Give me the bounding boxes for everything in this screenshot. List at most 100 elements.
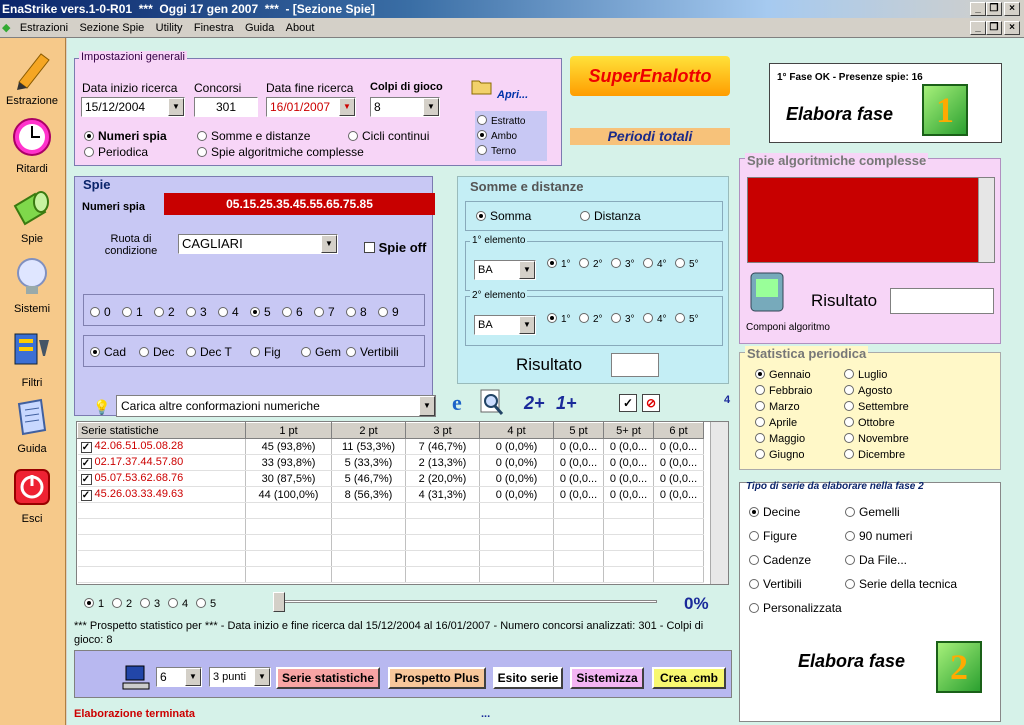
- sistemizza-button[interactable]: Sistemizza: [570, 667, 644, 689]
- radio-estratto[interactable]: Estratto: [477, 115, 525, 127]
- table-row[interactable]: [77, 566, 704, 583]
- radio-digit-1[interactable]: 1: [122, 305, 143, 319]
- radio-month-ottobre[interactable]: Ottobre: [844, 417, 895, 429]
- radio-periodica[interactable]: Periodica: [84, 145, 148, 159]
- radio-numeri-spia[interactable]: Numeri spia: [84, 129, 167, 143]
- radio-serie-gemelli[interactable]: Gemelli: [845, 505, 900, 519]
- serie-statistiche-button[interactable]: Serie statistiche: [276, 667, 380, 689]
- radio-el2-pos-3[interactable]: 3°: [611, 313, 635, 325]
- ruota-select[interactable]: CAGLIARI ▼: [178, 234, 338, 254]
- radio-month-agosto[interactable]: Agosto: [844, 385, 892, 397]
- table-row[interactable]: ✓ 45.26.03.33.49.63 44 (100,0%) 8 (56,3%) 4…: [77, 486, 704, 503]
- radio-tipo-dec-t[interactable]: Dec T: [186, 345, 232, 359]
- menu-guida[interactable]: Guida: [241, 18, 278, 38]
- radio-el2-pos-4[interactable]: 4°: [643, 313, 667, 325]
- row-checkbox[interactable]: ✓: [80, 490, 92, 501]
- table-row[interactable]: [77, 502, 704, 519]
- data-inizio-select[interactable]: 15/12/2004 ▼: [81, 97, 185, 117]
- crea-cmb-button[interactable]: Crea .cmb: [652, 667, 726, 689]
- ruota2-select[interactable]: BA ▼: [474, 315, 536, 335]
- table-row[interactable]: ✓ 05.07.53.62.68.76 30 (87,5%) 5 (46,7%) 2 …: [77, 470, 704, 487]
- radio-somma[interactable]: Somma: [476, 209, 531, 223]
- radio-tipo-vertibili[interactable]: Vertibili: [346, 345, 399, 359]
- radio-digit-3[interactable]: 3: [186, 305, 207, 319]
- column-header[interactable]: 5 pt: [553, 422, 604, 439]
- radio-month-aprile[interactable]: Aprile: [755, 417, 797, 429]
- radio-serie-cadenze[interactable]: Cadenze: [749, 553, 811, 567]
- elabora-fase2-button[interactable]: 2: [936, 641, 982, 693]
- radio-month-marzo[interactable]: Marzo: [755, 401, 800, 413]
- uncheck-all-icon[interactable]: ⊘: [642, 394, 660, 412]
- menu-sezione-spie[interactable]: Sezione Spie: [75, 18, 148, 38]
- table-row[interactable]: ✓ 02.17.37.44.57.80 33 (93,8%) 5 (33,3%) 2 …: [77, 454, 704, 471]
- punti-select[interactable]: 3 punti ▼: [209, 667, 271, 687]
- radio-el2-pos-2[interactable]: 2°: [579, 313, 603, 325]
- radio-page-4[interactable]: 4: [168, 598, 188, 610]
- radio-month-novembre[interactable]: Novembre: [844, 433, 909, 445]
- table-row[interactable]: ✓ 42.06.51.05.08.28 45 (93,8%) 11 (53,3%) 7…: [77, 438, 704, 455]
- radio-page-5[interactable]: 5: [196, 598, 216, 610]
- progress-slider-handle[interactable]: [273, 592, 285, 612]
- elabora-fase1-button[interactable]: 1: [922, 84, 968, 136]
- column-header[interactable]: 6 pt: [653, 422, 704, 439]
- radio-tipo-cad[interactable]: Cad: [90, 345, 126, 359]
- radio-month-febbraio[interactable]: Febbraio: [755, 385, 812, 397]
- column-header[interactable]: 3 pt: [405, 422, 480, 439]
- palmtop-icon[interactable]: [749, 269, 785, 313]
- table-row[interactable]: [77, 550, 704, 567]
- table-row[interactable]: [77, 534, 704, 551]
- one-plus-button[interactable]: 1+: [556, 393, 577, 414]
- colpi-select[interactable]: 8 ▼: [370, 97, 440, 117]
- check-all-icon[interactable]: ✓: [619, 394, 637, 412]
- radio-digit-0[interactable]: 0: [90, 305, 111, 319]
- radio-el2-pos-1[interactable]: 1°: [547, 313, 571, 325]
- radio-serie-da-file[interactable]: Da File...: [845, 553, 907, 567]
- radio-month-dicembre[interactable]: Dicembre: [844, 449, 905, 461]
- radio-distanza[interactable]: Distanza: [580, 209, 641, 223]
- column-header[interactable]: 1 pt: [245, 422, 332, 439]
- column-header[interactable]: 5+ pt: [603, 422, 654, 439]
- radio-digit-5[interactable]: 5: [250, 305, 271, 319]
- radio-el1-pos-4[interactable]: 4°: [643, 258, 667, 270]
- table-row[interactable]: [77, 518, 704, 535]
- radio-serie-decine[interactable]: Decine: [749, 505, 800, 519]
- menu-finestra[interactable]: Finestra: [190, 18, 238, 38]
- sidebar-item-filtri[interactable]: Filtri: [0, 330, 64, 389]
- column-header[interactable]: 4 pt: [479, 422, 554, 439]
- child-close-icon[interactable]: ×: [1004, 21, 1020, 35]
- radio-digit-9[interactable]: 9: [378, 305, 399, 319]
- minimize-icon[interactable]: _: [970, 2, 986, 16]
- radio-serie-personalizzata[interactable]: Personalizzata: [749, 601, 842, 615]
- menu-estrazioni[interactable]: Estrazioni: [16, 18, 72, 38]
- prospetto-plus-button[interactable]: Prospetto Plus: [388, 667, 486, 689]
- child-minimize-icon[interactable]: _: [970, 21, 986, 35]
- radio-month-gennaio[interactable]: Gennaio: [755, 369, 811, 381]
- radio-ambo[interactable]: Ambo: [477, 130, 517, 142]
- radio-digit-2[interactable]: 2: [154, 305, 175, 319]
- table-scrollbar[interactable]: [710, 422, 728, 584]
- radio-month-giugno[interactable]: Giugno: [755, 449, 804, 461]
- radio-page-1[interactable]: 1: [84, 598, 104, 610]
- apri-link[interactable]: Apri...: [497, 89, 528, 101]
- sidebar-item-esci[interactable]: Esci: [0, 466, 64, 525]
- radio-el1-pos-1[interactable]: 1°: [547, 258, 571, 270]
- menu-about[interactable]: About: [282, 18, 319, 38]
- radio-digit-8[interactable]: 8: [346, 305, 367, 319]
- radio-month-settembre[interactable]: Settembre: [844, 401, 909, 413]
- row-checkbox[interactable]: ✓: [80, 442, 92, 453]
- menu-utility[interactable]: Utility: [152, 18, 187, 38]
- column-header[interactable]: 2 pt: [331, 422, 406, 439]
- radio-digit-4[interactable]: 4: [218, 305, 239, 319]
- algo-scrollbar[interactable]: [978, 178, 994, 262]
- browser-e-icon[interactable]: e: [452, 390, 462, 416]
- radio-digit-7[interactable]: 7: [314, 305, 335, 319]
- radio-serie-figure[interactable]: Figure: [749, 529, 797, 543]
- column-header[interactable]: Serie statistiche: [77, 422, 246, 439]
- radio-serie-90-numeri[interactable]: 90 numeri: [845, 529, 912, 543]
- radio-month-maggio[interactable]: Maggio: [755, 433, 805, 445]
- radio-el1-pos-5[interactable]: 5°: [675, 258, 699, 270]
- magnifier-icon[interactable]: [479, 388, 505, 416]
- componi-algoritmo-link[interactable]: Componi algoritmo: [746, 322, 830, 333]
- sidebar-item-estrazione[interactable]: Estrazione: [0, 48, 64, 107]
- concorsi-field[interactable]: 301: [194, 97, 258, 117]
